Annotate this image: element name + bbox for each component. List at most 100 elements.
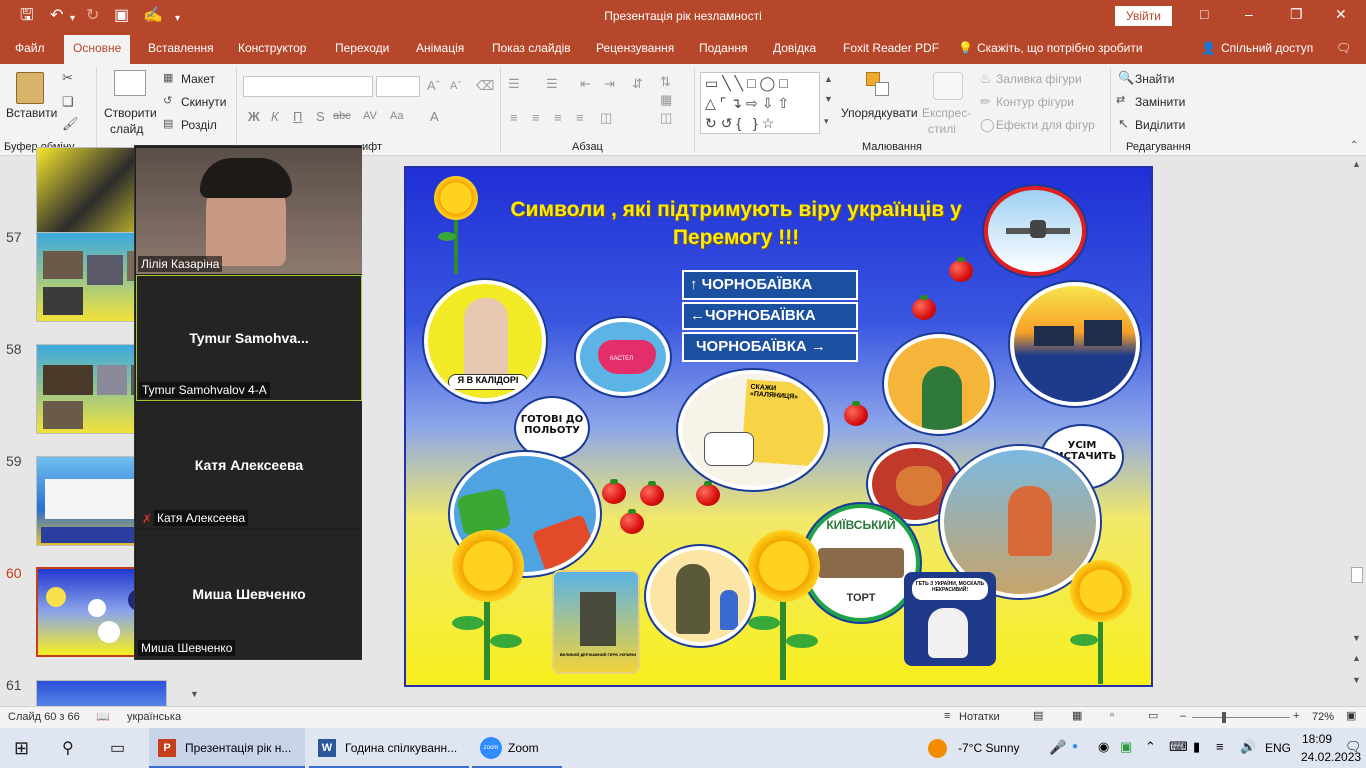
language-indicator[interactable]: українська: [127, 711, 181, 723]
tab-transitions[interactable]: Переходи: [335, 41, 389, 55]
scroll-down-icon[interactable]: ▼: [1352, 633, 1361, 643]
chornobaivka-signs[interactable]: ↑ ЧОРНОБАЇВКА ←ЧОРНОБАЇВКА ЧОРНОБАЇВКА →: [682, 270, 858, 366]
taskbar-app-word[interactable]: W Година спілкуванн...: [309, 728, 469, 768]
smartart-icon[interactable]: ▦: [660, 92, 672, 108]
layout-button[interactable]: Макет: [181, 72, 215, 86]
reset-button[interactable]: Скинути: [181, 95, 226, 109]
next-slide-icon[interactable]: ▼: [1352, 675, 1361, 685]
replace-button[interactable]: Замінити: [1135, 95, 1185, 109]
bold-button[interactable]: Ж: [248, 109, 260, 124]
collapse-ribbon-icon[interactable]: ⌃: [1350, 140, 1358, 151]
tab-slideshow[interactable]: Показ слайдів: [492, 41, 571, 55]
share-icon[interactable]: 👤: [1201, 41, 1216, 55]
quick-styles-icon[interactable]: [933, 72, 963, 100]
reading-view-icon[interactable]: ▫: [1110, 709, 1114, 721]
align-text-icon[interactable]: ◫: [660, 110, 672, 126]
text-direction-icon[interactable]: ⇅: [660, 74, 671, 90]
zoom-slider-thumb[interactable]: [1222, 712, 1226, 723]
zoom-in-icon[interactable]: +: [1293, 710, 1299, 722]
shrink-font-icon[interactable]: Aˇ: [450, 80, 461, 92]
tab-home[interactable]: Основне: [64, 35, 131, 64]
char-spacing-button[interactable]: AV: [363, 110, 377, 122]
columns-icon[interactable]: ◫: [600, 110, 612, 126]
tab-foxit[interactable]: Foxit Reader PDF: [843, 41, 939, 55]
bullets-icon[interactable]: ☰: [508, 76, 520, 92]
align-center-icon[interactable]: ≡: [532, 110, 540, 125]
cut-icon[interactable]: ✂: [62, 70, 73, 86]
find-button[interactable]: Знайти: [1135, 72, 1174, 86]
normal-view-icon[interactable]: ▤: [1033, 709, 1043, 722]
fit-to-window-icon[interactable]: ▣: [1346, 709, 1356, 722]
arrange-icon[interactable]: [866, 72, 892, 100]
slideshow-view-icon[interactable]: ▭: [1148, 709, 1158, 722]
font-size-combo[interactable]: [376, 76, 420, 97]
video-tile-active-speaker[interactable]: Tymur Samohva... Tymur Samohvalov 4-A: [136, 275, 362, 401]
align-right-icon[interactable]: ≡: [554, 110, 562, 125]
gallery-more-icon[interactable]: ▾: [824, 116, 829, 127]
clock-time[interactable]: 18:09: [1302, 732, 1332, 746]
panama-hat-image[interactable]: КАСТЕЛ: [576, 318, 670, 396]
dog-patron-image[interactable]: ГЕТЬ З УКРАЇНИ, МОСКАЛЬ НЕКРАСИВИЙ!: [904, 572, 996, 666]
new-slide-button[interactable]: Створити: [104, 106, 157, 120]
font-color-button[interactable]: A: [430, 109, 439, 124]
notifications-icon[interactable]: 🗨: [1345, 739, 1362, 755]
paste-button[interactable]: Вставити: [6, 106, 57, 120]
windows-start-icon[interactable]: ⊞: [14, 738, 29, 759]
soldier-child-image[interactable]: [646, 546, 754, 646]
video-tile[interactable]: Лілія Казаріна: [136, 148, 362, 274]
video-tile[interactable]: Катя Алексеева ✗ Катя Алексеева: [136, 402, 362, 528]
line-spacing-icon[interactable]: ⇵: [632, 76, 643, 92]
comments-icon[interactable]: 🗨: [1336, 41, 1351, 55]
signin-button[interactable]: Увійти: [1115, 6, 1172, 26]
tractor-tank-image[interactable]: [1010, 282, 1140, 406]
trident-stamp-image[interactable]: ВЕЛИКИЙ ДЕРЖАВНИЙ ГЕРБ УКРАЇНИ: [552, 570, 640, 674]
tab-insert[interactable]: Вставлення: [148, 41, 214, 55]
tray-app-icon[interactable]: ▣: [1120, 739, 1132, 755]
format-painter-icon[interactable]: 🖌: [62, 116, 79, 132]
taskbar-app-powerpoint[interactable]: P Презентація рік н...: [149, 728, 305, 768]
scroll-up-icon[interactable]: ▲: [1352, 159, 1361, 169]
share-button[interactable]: Спільний доступ: [1221, 41, 1313, 55]
grow-font-icon[interactable]: Aˆ: [427, 78, 440, 93]
select-button[interactable]: Виділити: [1135, 118, 1185, 132]
vertical-scrollbar[interactable]: ▲ ▼ ▲ ▼: [1348, 157, 1366, 706]
quick-styles-button[interactable]: Експрес-: [922, 106, 971, 120]
copy-icon[interactable]: ❏: [62, 94, 74, 110]
restore-icon[interactable]: ❐: [1290, 6, 1303, 23]
shape-effects-button[interactable]: Ефекти для фігур: [996, 118, 1095, 132]
font-name-combo[interactable]: [243, 76, 373, 97]
granny-image[interactable]: [884, 334, 994, 434]
taskbar-app-zoom[interactable]: zoom Zoom: [472, 728, 562, 768]
zoom-video-panel[interactable]: Лілія Казаріна Tymur Samohva... Tymur Sa…: [134, 145, 362, 660]
tray-app-icon[interactable]: ◉: [1098, 739, 1109, 755]
new-slide-icon[interactable]: [114, 70, 146, 96]
weather-text[interactable]: -7°C Sunny: [958, 741, 1020, 755]
battery-icon[interactable]: ▮: [1193, 739, 1200, 755]
clear-format-icon[interactable]: ⌫: [476, 78, 494, 94]
align-left-icon[interactable]: ≡: [510, 110, 518, 125]
input-language[interactable]: ENG: [1265, 741, 1291, 755]
tab-design[interactable]: Конструктор: [238, 41, 306, 55]
tab-file[interactable]: Файл: [15, 41, 45, 55]
italic-button[interactable]: К: [271, 109, 279, 124]
tab-animations[interactable]: Анімація: [416, 41, 464, 55]
network-icon[interactable]: ≡: [1216, 739, 1224, 754]
slide-canvas[interactable]: Символи , які підтримують віру українців…: [404, 166, 1153, 687]
tab-help[interactable]: Довідка: [773, 41, 816, 55]
microphone-icon[interactable]: 🎤: [1049, 739, 1066, 756]
zoom-tray-icon[interactable]: ●: [1072, 741, 1078, 752]
strikethrough-button[interactable]: abc: [333, 110, 351, 122]
tab-review[interactable]: Рецензування: [596, 41, 674, 55]
volume-icon[interactable]: 🔊: [1240, 739, 1256, 755]
zoom-slider[interactable]: [1192, 717, 1290, 718]
previous-slide-icon[interactable]: ▲: [1352, 653, 1361, 663]
slide-sorter-icon[interactable]: ▦: [1072, 709, 1082, 722]
task-view-icon[interactable]: ▭: [110, 738, 125, 758]
minimize-icon[interactable]: –: [1245, 6, 1253, 22]
bayraktar-drone-image[interactable]: [984, 186, 1086, 276]
change-case-button[interactable]: Aa: [390, 110, 403, 122]
scrollbar-thumb[interactable]: [1351, 567, 1363, 583]
arrange-button[interactable]: Упорядкувати: [841, 106, 918, 120]
numbering-icon[interactable]: ☰: [546, 76, 558, 92]
keyboard-icon[interactable]: ⌨: [1169, 739, 1188, 755]
